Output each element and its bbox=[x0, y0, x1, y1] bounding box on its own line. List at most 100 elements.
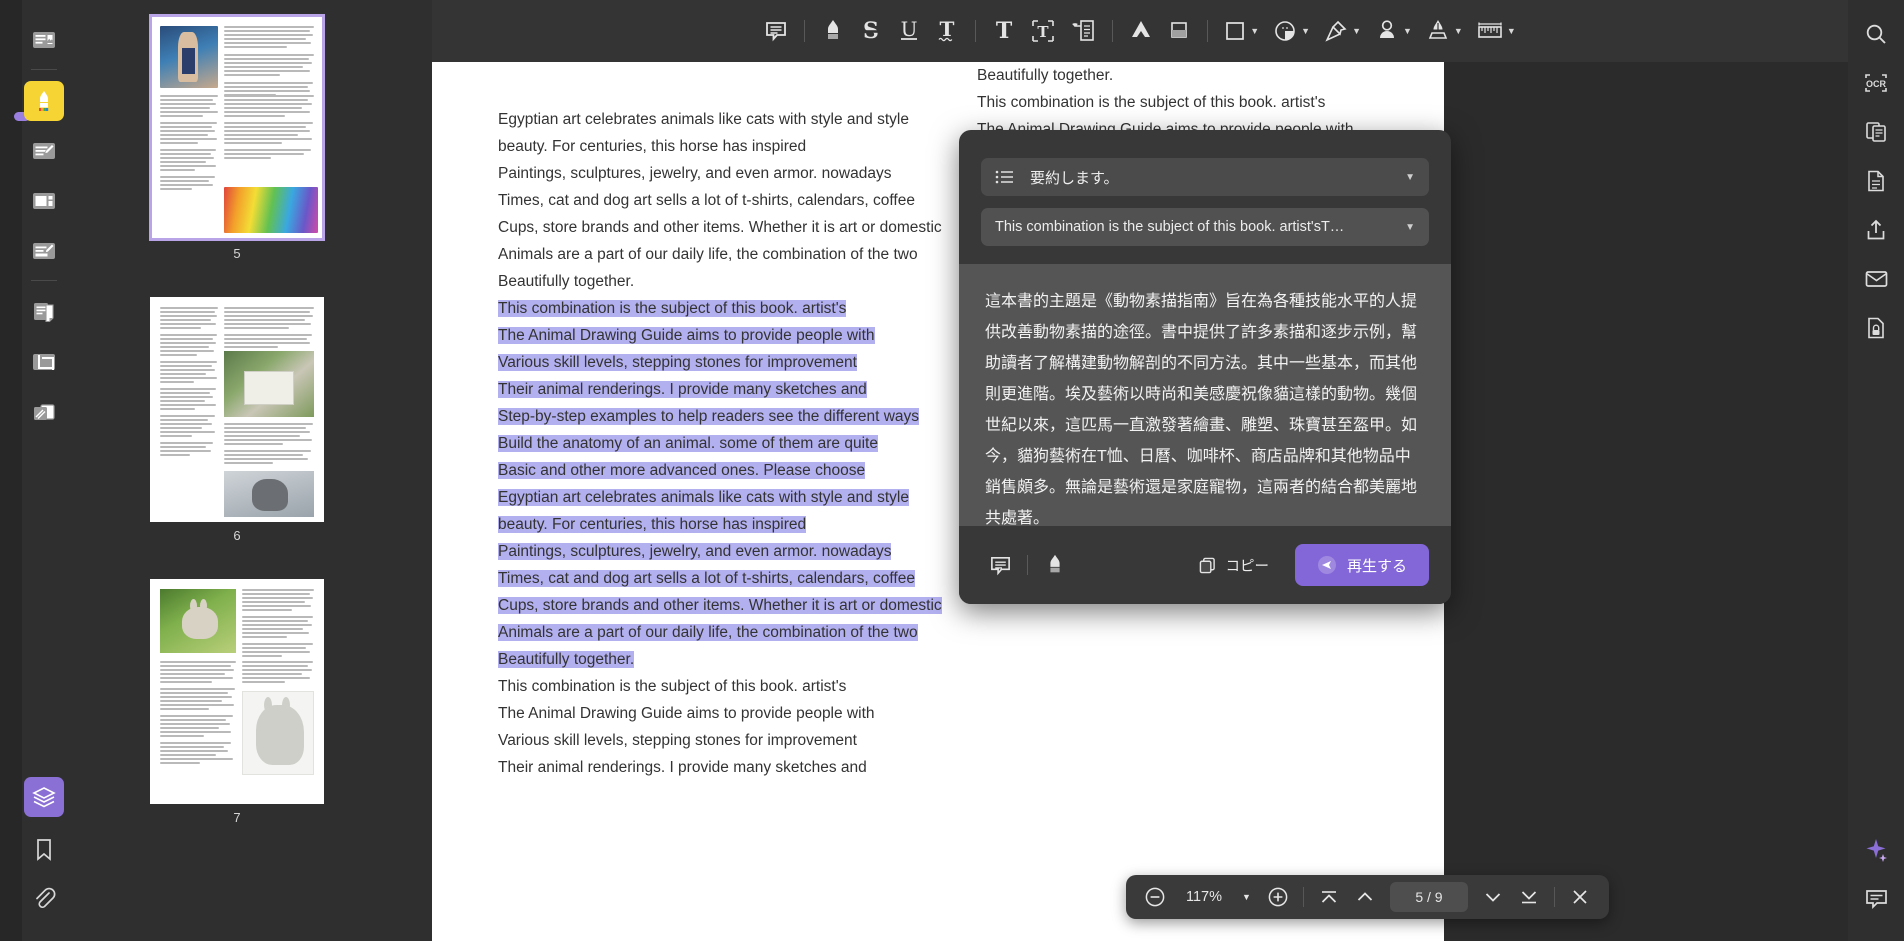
svg-text:T: T bbox=[1038, 23, 1050, 41]
share-panel-button[interactable] bbox=[1856, 210, 1896, 250]
zoom-out-button[interactable] bbox=[1138, 881, 1172, 913]
first-page-button[interactable] bbox=[1312, 881, 1346, 913]
page-toolbar-divider bbox=[1302, 887, 1304, 907]
ai-highlight-button[interactable] bbox=[1036, 548, 1074, 582]
highlighter-icon bbox=[821, 18, 845, 44]
chevron-down-icon[interactable]: ▼ bbox=[1454, 26, 1463, 36]
squiggly-icon: T bbox=[935, 18, 959, 44]
copy-icon bbox=[1199, 557, 1216, 574]
pencil-icon bbox=[1129, 18, 1153, 44]
stamp-person-icon bbox=[1375, 18, 1399, 44]
sidebar-item-bookmark-tool[interactable] bbox=[24, 829, 64, 869]
highlight-tool-button[interactable] bbox=[814, 13, 852, 49]
sidebar-item-edit-text-tool[interactable] bbox=[24, 131, 64, 171]
sidebar-item-organize-pages-tool[interactable] bbox=[24, 292, 64, 332]
measure-tool-button[interactable]: ▼ bbox=[1470, 13, 1523, 49]
extract-panel-button[interactable] bbox=[1856, 161, 1896, 201]
document-line: Beautifully together. bbox=[977, 67, 1114, 84]
svg-text:OCR: OCR bbox=[1866, 79, 1887, 89]
sidebar-item-page-text-tool[interactable] bbox=[24, 20, 64, 60]
zoom-level-value[interactable]: 117% bbox=[1174, 889, 1232, 905]
ai-result-text[interactable]: 這本書的主題是《動物素描指南》旨在為各種技能水平的人提供改善動物素描的途徑。書中… bbox=[959, 264, 1451, 526]
stamp-tool-button[interactable]: ▼ bbox=[1368, 13, 1419, 49]
search-panel-button[interactable] bbox=[1856, 14, 1896, 54]
thumbnail-page-image[interactable] bbox=[150, 297, 324, 522]
ai-assistant-button[interactable] bbox=[1856, 830, 1896, 870]
compare-panel-button[interactable] bbox=[1856, 112, 1896, 152]
compare-docs-icon bbox=[1864, 120, 1888, 144]
ai-play-label: 再生する bbox=[1346, 557, 1407, 575]
thumbnail-item: 7 bbox=[150, 579, 324, 825]
chevron-down-icon[interactable]: ▼ bbox=[1405, 172, 1415, 183]
page-navigation-toolbar: 117% ▼ 5 / 9 bbox=[1126, 875, 1609, 919]
signature-tool-button[interactable]: ▼ bbox=[1419, 13, 1470, 49]
toolbar-divider-1 bbox=[804, 20, 806, 42]
sidebar-item-ai-layers-tool[interactable] bbox=[24, 777, 64, 817]
square-shape-icon bbox=[1224, 20, 1246, 42]
eraser-tool-button[interactable] bbox=[1160, 13, 1198, 49]
ai-source-select[interactable]: This combination is the subject of this … bbox=[981, 208, 1429, 246]
pin-tool-button[interactable]: ▼ bbox=[1317, 13, 1368, 49]
ruler-icon bbox=[1477, 19, 1503, 43]
sidebar-item-crop-tool[interactable] bbox=[24, 342, 64, 382]
ai-add-comment-button[interactable] bbox=[981, 548, 1019, 582]
ai-sparkle-icon bbox=[1863, 837, 1889, 863]
jump-to-bottom-icon bbox=[1518, 886, 1540, 908]
chevron-down-icon[interactable]: ▼ bbox=[1507, 26, 1516, 36]
sticky-note-icon bbox=[1273, 19, 1297, 43]
callout-tool-button[interactable] bbox=[1063, 13, 1103, 49]
bookmark-icon bbox=[31, 836, 57, 862]
previous-page-button[interactable] bbox=[1348, 881, 1382, 913]
pencil-tool-button[interactable] bbox=[1122, 13, 1160, 49]
rail-divider-2 bbox=[31, 280, 57, 281]
thumbnail-item: 5 bbox=[150, 15, 324, 261]
thumbnail-page-image[interactable] bbox=[150, 15, 324, 240]
ai-copy-button[interactable]: コピー bbox=[1189, 549, 1279, 582]
highlighter-icon bbox=[31, 88, 57, 114]
page-number-input[interactable]: 5 / 9 bbox=[1389, 882, 1468, 912]
rail-divider-1 bbox=[31, 69, 57, 70]
underline-tool-button[interactable]: U bbox=[890, 13, 928, 49]
sidebar-item-stack-pages-tool[interactable] bbox=[24, 392, 64, 432]
chevron-down-icon[interactable]: ▼ bbox=[1405, 222, 1415, 233]
close-icon bbox=[1570, 887, 1590, 907]
rail-collapse-strip bbox=[0, 0, 22, 941]
email-panel-button[interactable] bbox=[1856, 259, 1896, 299]
chevron-down-icon[interactable]: ▼ bbox=[1403, 26, 1412, 36]
thumbnail-page-image[interactable] bbox=[150, 579, 324, 804]
last-page-button[interactable] bbox=[1512, 881, 1546, 913]
chevron-down-icon[interactable]: ▼ bbox=[1352, 26, 1361, 36]
strikethrough-tool-button[interactable]: S bbox=[852, 13, 890, 49]
chevron-down-icon[interactable]: ▼ bbox=[1250, 26, 1259, 36]
squiggly-tool-button[interactable]: T bbox=[928, 13, 966, 49]
close-toolbar-button[interactable] bbox=[1563, 881, 1597, 913]
minus-circle-icon bbox=[1144, 886, 1166, 908]
shape-tool-button[interactable]: ▼ bbox=[1217, 13, 1266, 49]
svg-text:U: U bbox=[901, 18, 918, 41]
ocr-panel-button[interactable]: OCR bbox=[1856, 63, 1896, 103]
sidebar-item-page-layout-tool[interactable] bbox=[24, 181, 64, 221]
ai-action-value: 要約します。 bbox=[1030, 169, 1119, 187]
ai-play-button[interactable]: 再生する bbox=[1294, 544, 1429, 586]
sticky-note-tool-button[interactable]: ▼ bbox=[1266, 13, 1317, 49]
next-page-button[interactable] bbox=[1476, 881, 1510, 913]
feedback-button[interactable] bbox=[1856, 879, 1896, 919]
zoom-in-button[interactable] bbox=[1261, 881, 1295, 913]
toolbar-divider-2 bbox=[975, 20, 977, 42]
stack-pages-icon bbox=[30, 398, 58, 426]
zoom-dropdown-caret[interactable]: ▼ bbox=[1234, 892, 1259, 902]
comment-tool-button[interactable] bbox=[757, 13, 795, 49]
ai-action-select[interactable]: 要約します。 ▼ bbox=[981, 158, 1429, 196]
sidebar-item-highlight-tool[interactable] bbox=[24, 81, 64, 121]
ai-source-value: This combination is the subject of this … bbox=[995, 219, 1345, 235]
sidebar-item-annotate-tool[interactable] bbox=[24, 231, 64, 271]
layout-columns-icon bbox=[30, 187, 58, 215]
thumbnail-panel[interactable]: 5 6 7 bbox=[88, 0, 432, 941]
protect-panel-button[interactable] bbox=[1856, 308, 1896, 348]
sidebar-item-attachment-tool[interactable] bbox=[24, 879, 64, 919]
text-box-tool-button[interactable]: T bbox=[1023, 13, 1063, 49]
thumbnail-page-number: 7 bbox=[233, 810, 241, 825]
text-tool-button[interactable]: T bbox=[985, 13, 1023, 49]
chevron-down-icon[interactable]: ▼ bbox=[1301, 26, 1310, 36]
pin-icon bbox=[1324, 19, 1348, 43]
